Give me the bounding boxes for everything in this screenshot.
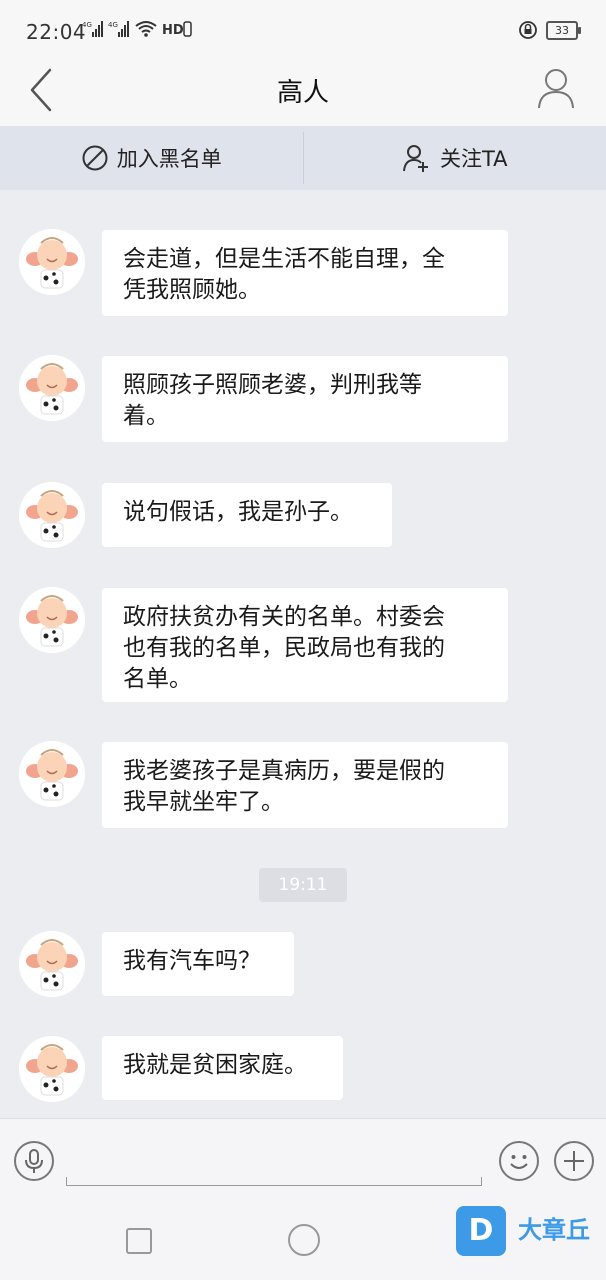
follow-label: 关注TA bbox=[439, 147, 508, 171]
message-text: 我有汽车吗？ bbox=[123, 948, 261, 974]
emoji-button[interactable] bbox=[499, 1141, 539, 1181]
avatar[interactable] bbox=[19, 931, 85, 997]
action-bar: 加入黑名单 关注TA bbox=[0, 126, 606, 190]
blacklist-label: 加入黑名单 bbox=[116, 147, 222, 171]
avatar[interactable] bbox=[19, 229, 85, 295]
lock-rotation-icon bbox=[519, 21, 537, 39]
baby-avatar-icon bbox=[19, 355, 85, 421]
message-bubble[interactable]: 我有汽车吗？ bbox=[102, 932, 294, 996]
wifi-icon bbox=[135, 21, 157, 37]
network-2-label: 4G bbox=[108, 21, 118, 29]
avatar[interactable] bbox=[19, 587, 85, 653]
blacklist-button[interactable]: 加入黑名单 bbox=[0, 126, 303, 190]
message-text: 会走道，但是生活不能自理，全 bbox=[123, 246, 445, 272]
more-button[interactable] bbox=[554, 1141, 594, 1181]
baby-avatar-icon bbox=[19, 931, 85, 997]
avatar[interactable] bbox=[19, 355, 85, 421]
voice-button[interactable] bbox=[14, 1141, 54, 1181]
message-text: 也有我的名单，民政局也有我的 bbox=[123, 635, 445, 661]
avatar[interactable] bbox=[19, 741, 85, 807]
follow-button[interactable]: 关注TA bbox=[304, 126, 606, 190]
message-text: 我老婆孩子是真病历，要是假的 bbox=[123, 758, 445, 784]
message-bubble[interactable]: 我老婆孩子是真病历，要是假的 我早就坐牢了。 bbox=[102, 742, 508, 828]
status-icons: 4G 4G HD bbox=[82, 20, 192, 38]
battery-icon: 33 bbox=[546, 20, 581, 40]
message-text: 政府扶贫办有关的名单。村委会 bbox=[123, 604, 445, 630]
baby-avatar-icon bbox=[19, 1036, 85, 1102]
message-bubble[interactable]: 说句假话，我是孙子。 bbox=[102, 483, 392, 547]
baby-avatar-icon bbox=[19, 741, 85, 807]
message-text: 名单。 bbox=[123, 666, 192, 692]
message-bubble[interactable]: 照顾孩子照顾老婆，判刑我等 着。 bbox=[102, 356, 508, 442]
message-bubble[interactable]: 会走道，但是生活不能自理，全 凭我照顾她。 bbox=[102, 230, 508, 316]
plus-icon bbox=[564, 1151, 584, 1171]
block-icon bbox=[82, 145, 108, 171]
baby-avatar-icon bbox=[19, 587, 85, 653]
message-text: 凭我照顾她。 bbox=[123, 277, 261, 303]
hd-icon: HD bbox=[162, 21, 192, 38]
signal-icon-2: 4G bbox=[108, 21, 129, 37]
message-text: 我早就坐牢了。 bbox=[123, 789, 284, 815]
microphone-icon bbox=[25, 1149, 43, 1173]
person-icon[interactable] bbox=[536, 66, 576, 110]
add-user-icon bbox=[402, 145, 428, 172]
message-bubble[interactable]: 我就是贫困家庭。 bbox=[102, 1036, 343, 1100]
smiley-icon bbox=[510, 1155, 528, 1169]
message-text: 我就是贫困家庭。 bbox=[123, 1052, 307, 1078]
hd-label: HD bbox=[162, 23, 184, 38]
system-nav-bar: D 大章丘 bbox=[0, 1202, 606, 1280]
avatar[interactable] bbox=[19, 482, 85, 548]
message-bubble[interactable]: 政府扶贫办有关的名单。村委会 也有我的名单，民政局也有我的 名单。 bbox=[102, 588, 508, 702]
signal-icon: 4G bbox=[82, 21, 103, 37]
status-time: 22:04 bbox=[26, 20, 87, 44]
recent-apps-button[interactable] bbox=[126, 1228, 152, 1254]
nav-bar: 高人 bbox=[0, 60, 606, 126]
baby-avatar-icon bbox=[19, 229, 85, 295]
network-1-label: 4G bbox=[82, 21, 92, 29]
message-text: 照顾孩子照顾老婆，判刑我等 bbox=[123, 372, 422, 398]
watermark-text: 大章丘 bbox=[518, 1216, 590, 1244]
time-separator: 19:11 bbox=[259, 868, 347, 902]
status-bar: 22:04 4G 4G HD 33 bbox=[0, 0, 606, 60]
input-bar bbox=[0, 1118, 606, 1203]
page-title: 高人 bbox=[276, 78, 329, 108]
avatar[interactable] bbox=[19, 1036, 85, 1102]
message-text: 着。 bbox=[123, 403, 169, 429]
status-right: 33 bbox=[518, 20, 581, 40]
baby-avatar-icon bbox=[19, 482, 85, 548]
message-text: 说句假话，我是孙子。 bbox=[123, 499, 353, 525]
home-button[interactable] bbox=[288, 1224, 320, 1256]
watermark-logo: D bbox=[456, 1206, 506, 1256]
message-input[interactable] bbox=[66, 1177, 482, 1186]
